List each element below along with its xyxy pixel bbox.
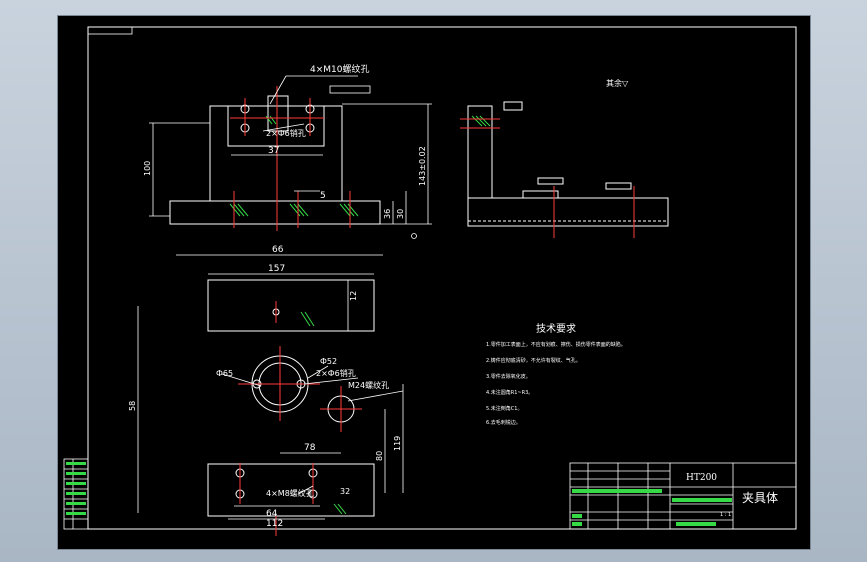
tech-req-line: 5.未注倒角C1。 <box>486 405 522 412</box>
front-callout-pins: 2×Ф6销孔 <box>266 128 306 138</box>
top-labels: 66 157 12 Ф65 Ф52 2×Ф6销孔 M24螺纹孔 78 58 80… <box>128 245 402 529</box>
drawing-border <box>87 26 797 530</box>
datum-mark <box>411 233 417 239</box>
scale-label: 1 : 1 <box>720 512 731 518</box>
tech-req-line: 6.去毛刺锐边。 <box>486 419 521 426</box>
green-label-row <box>572 489 662 493</box>
drawing-code-box <box>87 26 133 35</box>
top-dim-bore: Ф65 <box>216 369 233 378</box>
side-base <box>467 197 669 227</box>
top-dim-112: 112 <box>266 519 283 529</box>
green-label <box>572 522 582 526</box>
side-hatch <box>471 115 491 127</box>
green-label-row <box>676 522 716 526</box>
front-slot <box>267 95 289 132</box>
tech-req-line: 2.铸件应彻底清砂，不允许有裂纹、气孔。 <box>486 357 581 364</box>
top-callout-bottom-holes: 4×M8螺纹孔 <box>266 488 314 498</box>
front-dim-overall: 143±0.02 <box>418 146 427 186</box>
top-callout-m24: M24螺纹孔 <box>348 380 389 390</box>
top-dim-overall-width: 66 <box>272 245 284 255</box>
material-label: HT200 <box>686 473 717 483</box>
title-block-green-text <box>66 462 732 526</box>
drawing-sheet: 4×M10螺纹孔 2×Ф6销孔 37 100 143±0.02 5 36 30 … <box>57 15 811 550</box>
datum-box <box>503 101 523 111</box>
top-dim-pin: Ф52 <box>320 357 337 366</box>
top-dim-overall-height: 58 <box>128 401 137 411</box>
top-hatch <box>300 311 347 515</box>
front-callout-top-holes: 4×M10螺纹孔 <box>310 63 370 75</box>
top-view <box>207 279 375 517</box>
green-label <box>66 462 86 465</box>
side-step <box>522 190 559 198</box>
tech-req-line: 3.零件去除氧化皮。 <box>486 373 531 380</box>
tech-req-line: 4.未注圆角R1~R3。 <box>486 389 533 396</box>
front-dim-base-a: 36 <box>383 209 392 219</box>
green-label <box>66 512 86 515</box>
tech-requirements: 技术要求 1.零件加工表面上，不应有划痕、擦伤、损伤零件表面的缺陷。 2.铸件应… <box>486 322 626 426</box>
green-label <box>66 492 86 495</box>
top-callout-pins: 2×Ф6销孔 <box>316 368 356 378</box>
green-label <box>66 502 86 505</box>
datum-box <box>537 177 564 185</box>
leader <box>347 390 404 402</box>
green-label <box>66 482 86 485</box>
top-dim-78: 78 <box>304 443 316 453</box>
hatch-side <box>471 115 491 127</box>
green-label-row <box>672 498 732 502</box>
green-label <box>66 472 86 475</box>
front-dim-base-b: 30 <box>396 209 405 219</box>
front-dim-width: 37 <box>268 146 279 156</box>
green-label <box>572 514 582 518</box>
surface-roughness-note: 其余▽ <box>606 78 629 88</box>
hatch-mid <box>289 203 309 217</box>
top-dim-slot-height: 12 <box>349 291 358 301</box>
top-dim-80: 80 <box>375 451 384 461</box>
side-view <box>467 101 669 227</box>
top-dim-64: 64 <box>266 509 278 519</box>
datum-box <box>605 182 632 190</box>
top-dim-small: 32 <box>340 487 350 496</box>
cad-drawing: 4×M10螺纹孔 2×Ф6销孔 37 100 143±0.02 5 36 30 … <box>63 26 797 536</box>
front-labels: 4×M10螺纹孔 2×Ф6销孔 37 100 143±0.02 5 36 30 <box>143 63 427 219</box>
front-dim-height: 100 <box>143 161 152 176</box>
tech-req-title: 技术要求 <box>536 322 576 335</box>
side-labels: 其余▽ <box>606 78 629 88</box>
leader <box>269 75 287 105</box>
top-dim-119: 119 <box>393 436 402 451</box>
front-centerlines <box>230 86 351 231</box>
tech-req-line: 1.零件加工表面上，不应有划痕、擦伤、损伤零件表面的缺陷。 <box>486 341 626 348</box>
hatch-bottom-view <box>333 503 347 515</box>
part-name-label: 夹具体 <box>742 491 778 505</box>
hatch-top-view <box>300 311 315 327</box>
top-dim-slot-width: 157 <box>268 264 285 274</box>
hatch-right <box>339 203 359 217</box>
title-block-text: HT200 夹具体 1 : 1 <box>686 473 778 518</box>
top-centerlines <box>238 301 362 536</box>
front-dim-step: 5 <box>320 191 326 201</box>
top-upper-block <box>207 279 375 332</box>
hatch-left <box>229 203 249 217</box>
datum-box <box>329 85 371 94</box>
